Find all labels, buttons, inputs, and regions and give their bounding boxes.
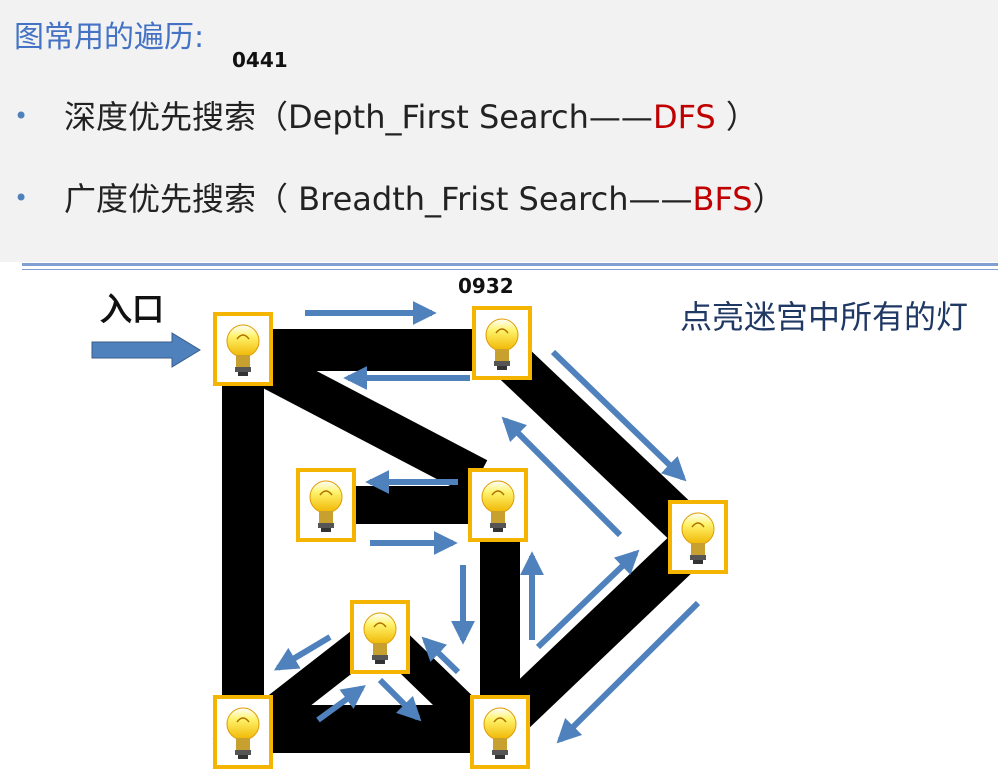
light-bulb-icon bbox=[213, 312, 273, 386]
maze-diagram bbox=[91, 301, 728, 769]
light-bulb-icon bbox=[468, 468, 528, 542]
slide: 图常用的遍历: 0441 • 深度优先搜索（Depth_First Search… bbox=[0, 0, 998, 782]
light-bulb-icon bbox=[470, 695, 530, 769]
light-bulb-icon bbox=[472, 306, 532, 380]
light-bulb-icon bbox=[668, 500, 728, 574]
light-bulb-icon bbox=[213, 695, 273, 769]
light-bulb-icon bbox=[296, 468, 356, 542]
light-bulb-icon bbox=[350, 600, 410, 674]
entry-arrow-icon bbox=[91, 332, 201, 368]
